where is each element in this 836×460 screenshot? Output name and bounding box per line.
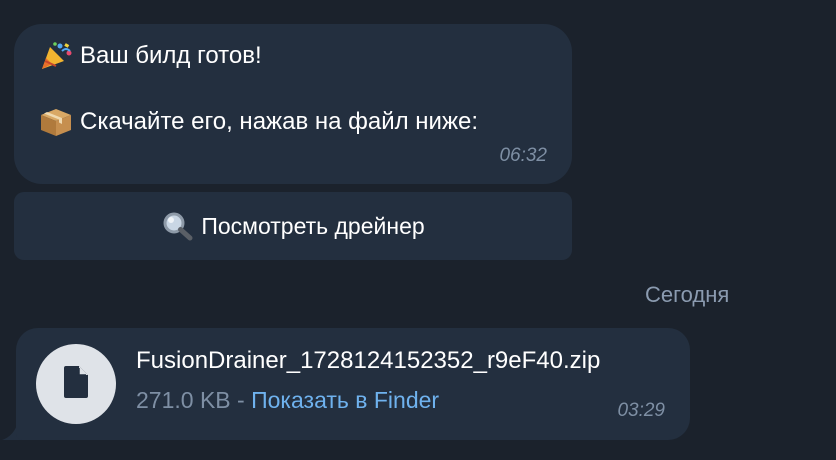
message-line-ready: Ваш билд готов! — [38, 41, 262, 71]
message-ready-text: Ваш билд готов! — [80, 42, 262, 69]
message-timestamp: 06:32 — [499, 145, 547, 166]
file-meta: 271.0 KB - Показать в Finder — [136, 387, 439, 414]
file-icon — [61, 365, 91, 404]
file-message-timestamp: 03:29 — [617, 400, 665, 421]
show-in-finder-link[interactable]: Показать в Finder — [251, 387, 439, 413]
message-line-download: Скачайте его, нажав на файл ниже: — [38, 107, 478, 137]
file-download-button[interactable] — [36, 344, 116, 424]
view-drainer-label: Посмотреть дрейнер — [201, 212, 425, 239]
message-download-text: Скачайте его, нажав на файл ниже: — [80, 108, 479, 135]
view-drainer-button[interactable]: Посмотреть дрейнер — [14, 192, 572, 260]
party-popper-icon — [38, 41, 74, 71]
file-size: 271.0 KB — [136, 387, 231, 413]
file-name[interactable]: FusionDrainer_1728124152352_r9eF40.zip — [136, 347, 600, 375]
file-message-bubble: FusionDrainer_1728124152352_r9eF40.zip 2… — [16, 328, 690, 440]
file-meta-separator: - — [230, 387, 252, 413]
bot-message-bubble: Ваш билд готов! Скачайте его, нажав на ф… — [14, 24, 572, 184]
package-icon — [38, 107, 74, 137]
magnifier-icon — [161, 211, 195, 241]
date-separator: Сегодня — [645, 282, 730, 307]
